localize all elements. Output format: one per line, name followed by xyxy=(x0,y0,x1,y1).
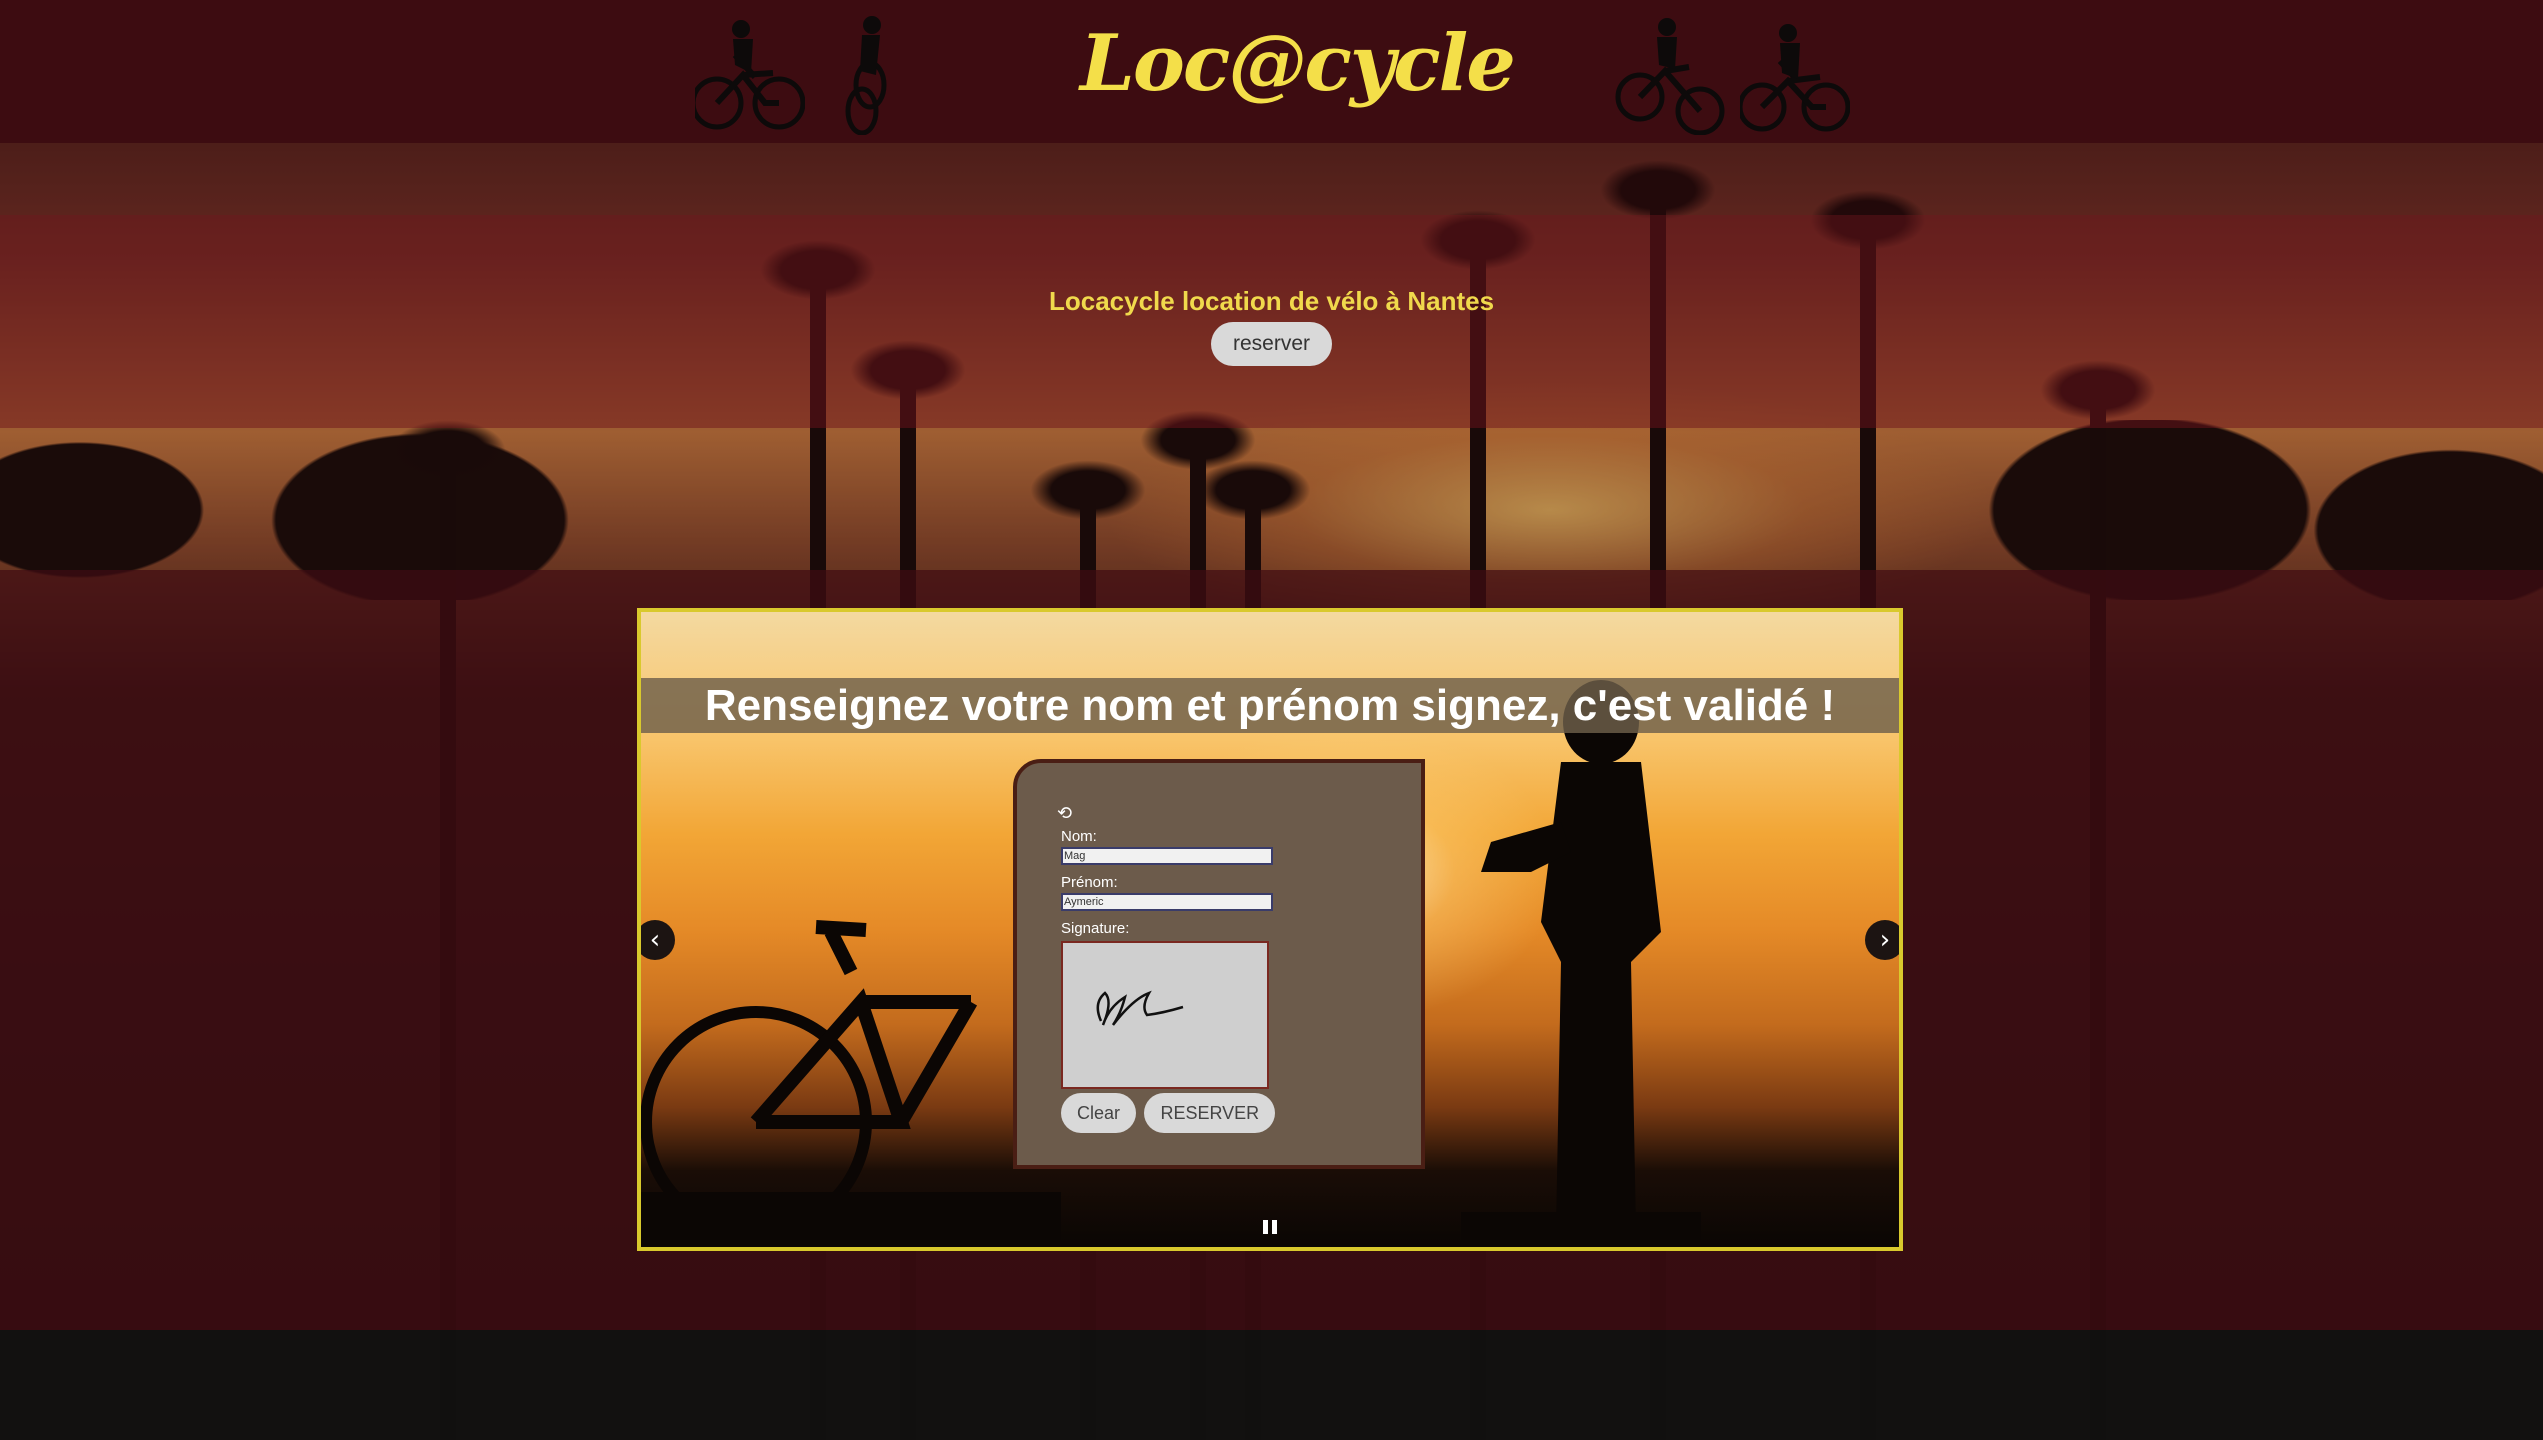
site-header: Loc@cycle xyxy=(0,0,2543,143)
footer-band xyxy=(0,1330,2543,1440)
cyclist-icon xyxy=(1740,24,1850,132)
reserve-button[interactable]: reserver xyxy=(1211,322,1332,366)
overlay-band xyxy=(0,428,2543,570)
bicycle-silhouette xyxy=(641,920,1061,1247)
nom-input[interactable]: Mag xyxy=(1061,847,1273,865)
prenom-input[interactable]: Aymeric xyxy=(1061,893,1273,911)
chevron-right-icon[interactable]: › xyxy=(1865,920,1899,960)
signature-label: Signature: xyxy=(1061,920,1130,937)
cyclist-icon xyxy=(1615,18,1725,135)
pause-icon[interactable] xyxy=(1263,1220,1277,1234)
clear-button[interactable]: Clear xyxy=(1061,1093,1137,1133)
signature-stroke xyxy=(1096,990,1184,1026)
form-buttons: Clear RESERVER xyxy=(1061,1093,1281,1133)
image-slider: Renseignez votre nom et prénom signez, c… xyxy=(637,608,1903,1251)
prenom-label: Prénom: xyxy=(1061,874,1118,891)
nom-label: Nom: xyxy=(1061,828,1097,845)
cyclist-icon xyxy=(845,16,887,135)
site-logo[interactable]: Loc@cycle xyxy=(1080,18,1516,109)
hero-title: Locacycle location de vélo à Nantes xyxy=(1048,286,1495,316)
reservation-form: ⟲ Nom: Mag Prénom: Aymeric Signature: Cl… xyxy=(1057,803,1281,1133)
overlay-band xyxy=(0,143,2543,215)
cyclist-icon xyxy=(695,20,805,130)
photographer-silhouette xyxy=(1461,680,1701,1247)
submit-reserve-button[interactable]: RESERVER xyxy=(1144,1093,1276,1133)
slide-caption: Renseignez votre nom et prénom signez, c… xyxy=(641,678,1899,733)
reservation-form-panel: ⟲ Nom: Mag Prénom: Aymeric Signature: Cl… xyxy=(1013,759,1425,1169)
signature-canvas[interactable] xyxy=(1061,941,1269,1089)
reload-icon[interactable]: ⟲ xyxy=(1057,803,1072,824)
